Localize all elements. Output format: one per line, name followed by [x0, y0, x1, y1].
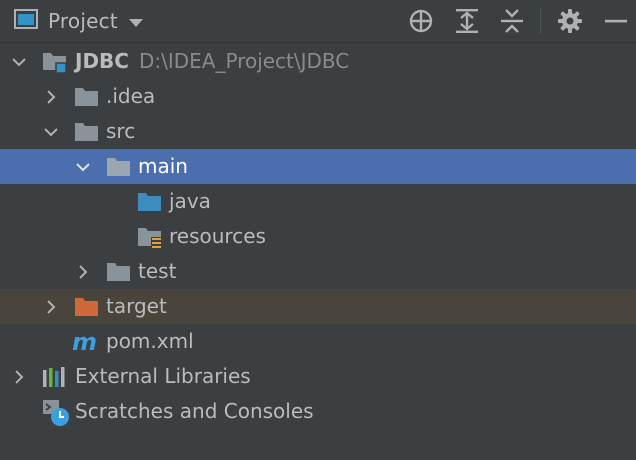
tree-item-target[interactable]: target — [0, 289, 636, 324]
idea-folder-label: idea — [112, 84, 156, 108]
scratches-icon — [42, 399, 69, 426]
chevron-down-icon[interactable] — [10, 53, 28, 71]
java-folder-label: java — [169, 189, 211, 213]
module-name: JDBC — [75, 49, 129, 73]
tree-item-main[interactable]: main — [0, 149, 636, 184]
pom-file-label: pom.xml — [106, 329, 194, 353]
target-folder-label: target — [106, 294, 167, 318]
locate-icon[interactable] — [405, 6, 437, 36]
svg-text:m: m — [72, 329, 97, 355]
chevron-right-icon[interactable] — [10, 368, 28, 386]
resources-folder-icon — [137, 224, 163, 250]
folder-icon — [106, 259, 132, 285]
src-folder-label: src — [106, 119, 136, 143]
folder-icon — [74, 84, 100, 110]
hide-icon[interactable] — [600, 6, 632, 36]
libraries-icon — [42, 364, 68, 390]
maven-icon: m — [72, 328, 98, 356]
tree-item-test[interactable]: test — [0, 254, 636, 289]
chevron-right-icon[interactable] — [42, 88, 60, 106]
tree-item-src[interactable]: src — [0, 114, 636, 149]
project-toolbar: Project — [0, 0, 636, 43]
tree-item-resources[interactable]: resources — [0, 219, 636, 254]
tree-item-pom[interactable]: m pom.xml — [0, 324, 636, 359]
tree-item-jdbc[interactable]: JDBC D:\IDEA_Project\JDBC — [0, 44, 636, 79]
toolbar-separator — [540, 8, 541, 34]
scratches-label: Scratches and Consoles — [75, 399, 314, 423]
tree-item-idea[interactable]: .idea — [0, 79, 636, 114]
external-libraries-label: External Libraries — [75, 364, 251, 388]
module-folder-icon — [42, 49, 68, 75]
chevron-down-icon[interactable] — [42, 123, 60, 141]
project-view-title: Project — [48, 9, 118, 33]
gear-icon[interactable] — [554, 6, 586, 36]
project-window-icon — [14, 8, 38, 34]
module-path: D:\IDEA_Project\JDBC — [138, 49, 350, 73]
expand-all-icon[interactable] — [451, 6, 483, 36]
tree-item-java[interactable]: java — [0, 184, 636, 219]
chevron-down-icon[interactable] — [128, 9, 144, 33]
source-folder-icon — [137, 189, 163, 215]
folder-icon — [106, 154, 132, 180]
test-folder-label: test — [138, 259, 177, 283]
collapse-all-icon[interactable] — [496, 6, 528, 36]
folder-icon — [74, 119, 100, 145]
project-view-selector[interactable]: Project — [14, 6, 144, 36]
tree-item-external-libraries[interactable]: External Libraries — [0, 359, 636, 394]
tree-item-scratches[interactable]: Scratches and Consoles — [0, 394, 636, 429]
main-folder-label: main — [138, 154, 188, 178]
chevron-right-icon[interactable] — [42, 298, 60, 316]
excluded-folder-icon — [74, 294, 100, 320]
resources-folder-label: resources — [169, 224, 266, 248]
chevron-right-icon[interactable] — [74, 263, 92, 281]
chevron-down-icon[interactable] — [74, 158, 92, 176]
